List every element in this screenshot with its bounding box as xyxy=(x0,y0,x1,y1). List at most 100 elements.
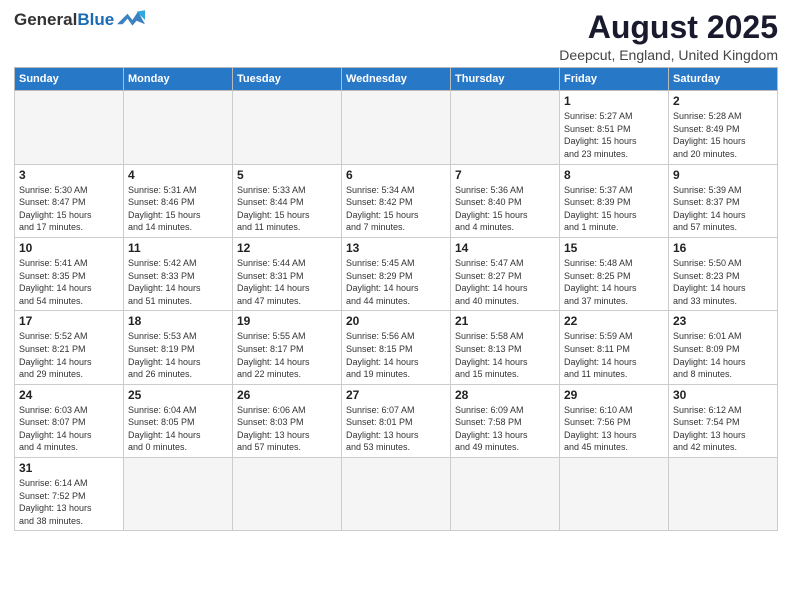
day-info: Sunrise: 5:59 AM Sunset: 8:11 PM Dayligh… xyxy=(564,330,664,380)
day-info: Sunrise: 5:56 AM Sunset: 8:15 PM Dayligh… xyxy=(346,330,446,380)
table-row: 10 Sunrise: 5:41 AM Sunset: 8:35 PM Dayli… xyxy=(15,237,124,310)
day-number: 4 xyxy=(128,168,228,182)
table-row: 1 Sunrise: 5:27 AM Sunset: 8:51 PM Daylig… xyxy=(560,91,669,164)
day-number: 10 xyxy=(19,241,119,255)
day-info: Sunrise: 5:48 AM Sunset: 8:25 PM Dayligh… xyxy=(564,257,664,307)
table-row: 29Sunrise: 6:10 AM Sunset: 7:56 PM Dayli… xyxy=(560,384,669,457)
weekday-header-row: Sunday Monday Tuesday Wednesday Thursday… xyxy=(15,68,778,91)
day-number: 7 xyxy=(455,168,555,182)
table-row: 14Sunrise: 5:47 AM Sunset: 8:27 PM Dayli… xyxy=(451,237,560,310)
day-number: 11 xyxy=(128,241,228,255)
table-row: 8 Sunrise: 5:37 AM Sunset: 8:39 PM Daylig… xyxy=(560,164,669,237)
day-number: 8 xyxy=(564,168,664,182)
table-row: 26 Sunrise: 6:06 AM Sunset: 8:03 PM Dayli… xyxy=(233,384,342,457)
col-sunday: Sunday xyxy=(15,68,124,91)
day-number: 13 xyxy=(346,241,446,255)
table-row: 3 Sunrise: 5:30 AM Sunset: 8:47 PM Daylig… xyxy=(15,164,124,237)
table-row: 24 Sunrise: 6:03 AM Sunset: 8:07 PM Dayli… xyxy=(15,384,124,457)
table-row: 20 Sunrise: 5:56 AM Sunset: 8:15 PM Dayli… xyxy=(342,311,451,384)
calendar-subtitle: Deepcut, England, United Kingdom xyxy=(559,47,778,63)
table-row xyxy=(233,458,342,531)
logo-general: General xyxy=(14,10,77,29)
table-row: 11 Sunrise: 5:42 AM Sunset: 8:33 PM Dayli… xyxy=(124,237,233,310)
day-number: 21 xyxy=(455,314,555,328)
day-number: 24 xyxy=(19,388,119,402)
day-info: Sunrise: 5:41 AM Sunset: 8:35 PM Dayligh… xyxy=(19,257,119,307)
table-row: 7 Sunrise: 5:36 AM Sunset: 8:40 PM Daylig… xyxy=(451,164,560,237)
table-row xyxy=(15,91,124,164)
table-row: 31Sunrise: 6:14 AM Sunset: 7:52 PM Dayli… xyxy=(15,458,124,531)
logo-wordmark: GeneralBlue xyxy=(14,10,114,30)
day-info: Sunrise: 6:04 AM Sunset: 8:05 PM Dayligh… xyxy=(128,404,228,454)
day-info: Sunrise: 5:53 AM Sunset: 8:19 PM Dayligh… xyxy=(128,330,228,380)
page: GeneralBlue August 2025 Deepcut, England… xyxy=(0,0,792,612)
table-row: 28 Sunrise: 6:09 AM Sunset: 7:58 PM Dayli… xyxy=(451,384,560,457)
day-info: Sunrise: 6:03 AM Sunset: 8:07 PM Dayligh… xyxy=(19,404,119,454)
day-number: 15 xyxy=(564,241,664,255)
day-info: Sunrise: 5:37 AM Sunset: 8:39 PM Dayligh… xyxy=(564,184,664,234)
table-row xyxy=(124,91,233,164)
day-number: 31 xyxy=(19,461,119,475)
col-saturday: Saturday xyxy=(669,68,778,91)
day-info: Sunrise: 5:27 AM Sunset: 8:51 PM Dayligh… xyxy=(564,110,664,160)
day-number: 25 xyxy=(128,388,228,402)
day-number: 3 xyxy=(19,168,119,182)
day-number: 5 xyxy=(237,168,337,182)
day-number: 2 xyxy=(673,94,773,108)
day-info: Sunrise: 5:28 AM Sunset: 8:49 PM Dayligh… xyxy=(673,110,773,160)
day-number: 19 xyxy=(237,314,337,328)
table-row xyxy=(669,458,778,531)
col-thursday: Thursday xyxy=(451,68,560,91)
table-row: 30Sunrise: 6:12 AM Sunset: 7:54 PM Dayli… xyxy=(669,384,778,457)
table-row xyxy=(342,91,451,164)
table-row: 18Sunrise: 5:53 AM Sunset: 8:19 PM Dayli… xyxy=(124,311,233,384)
day-info: Sunrise: 5:31 AM Sunset: 8:46 PM Dayligh… xyxy=(128,184,228,234)
table-row: 25 Sunrise: 6:04 AM Sunset: 8:05 PM Dayli… xyxy=(124,384,233,457)
table-row: 13Sunrise: 5:45 AM Sunset: 8:29 PM Dayli… xyxy=(342,237,451,310)
table-row: 16 Sunrise: 5:50 AM Sunset: 8:23 PM Dayli… xyxy=(669,237,778,310)
table-row: 19 Sunrise: 5:55 AM Sunset: 8:17 PM Dayli… xyxy=(233,311,342,384)
day-info: Sunrise: 5:30 AM Sunset: 8:47 PM Dayligh… xyxy=(19,184,119,234)
table-row: 22Sunrise: 5:59 AM Sunset: 8:11 PM Dayli… xyxy=(560,311,669,384)
day-number: 16 xyxy=(673,241,773,255)
table-row: 4 Sunrise: 5:31 AM Sunset: 8:46 PM Daylig… xyxy=(124,164,233,237)
day-info: Sunrise: 6:07 AM Sunset: 8:01 PM Dayligh… xyxy=(346,404,446,454)
day-info: Sunrise: 5:42 AM Sunset: 8:33 PM Dayligh… xyxy=(128,257,228,307)
day-number: 20 xyxy=(346,314,446,328)
day-info: Sunrise: 5:52 AM Sunset: 8:21 PM Dayligh… xyxy=(19,330,119,380)
day-number: 26 xyxy=(237,388,337,402)
day-info: Sunrise: 5:55 AM Sunset: 8:17 PM Dayligh… xyxy=(237,330,337,380)
header-right: August 2025 Deepcut, England, United Kin… xyxy=(559,10,778,63)
table-row: 5 Sunrise: 5:33 AM Sunset: 8:44 PM Daylig… xyxy=(233,164,342,237)
col-friday: Friday xyxy=(560,68,669,91)
table-row: 9 Sunrise: 5:39 AM Sunset: 8:37 PM Daylig… xyxy=(669,164,778,237)
table-row xyxy=(233,91,342,164)
day-info: Sunrise: 5:44 AM Sunset: 8:31 PM Dayligh… xyxy=(237,257,337,307)
day-info: Sunrise: 6:12 AM Sunset: 7:54 PM Dayligh… xyxy=(673,404,773,454)
table-row xyxy=(451,458,560,531)
day-number: 28 xyxy=(455,388,555,402)
table-row: 21Sunrise: 5:58 AM Sunset: 8:13 PM Dayli… xyxy=(451,311,560,384)
header: GeneralBlue August 2025 Deepcut, England… xyxy=(14,10,778,63)
day-number: 29 xyxy=(564,388,664,402)
table-row: 12Sunrise: 5:44 AM Sunset: 8:31 PM Dayli… xyxy=(233,237,342,310)
logo-bird-icon xyxy=(117,10,145,30)
table-row xyxy=(560,458,669,531)
day-info: Sunrise: 6:06 AM Sunset: 8:03 PM Dayligh… xyxy=(237,404,337,454)
table-row: 15 Sunrise: 5:48 AM Sunset: 8:25 PM Dayli… xyxy=(560,237,669,310)
day-number: 23 xyxy=(673,314,773,328)
table-row: 27Sunrise: 6:07 AM Sunset: 8:01 PM Dayli… xyxy=(342,384,451,457)
table-row xyxy=(451,91,560,164)
day-info: Sunrise: 5:47 AM Sunset: 8:27 PM Dayligh… xyxy=(455,257,555,307)
day-number: 9 xyxy=(673,168,773,182)
day-info: Sunrise: 5:50 AM Sunset: 8:23 PM Dayligh… xyxy=(673,257,773,307)
day-info: Sunrise: 6:09 AM Sunset: 7:58 PM Dayligh… xyxy=(455,404,555,454)
table-row xyxy=(342,458,451,531)
day-info: Sunrise: 5:33 AM Sunset: 8:44 PM Dayligh… xyxy=(237,184,337,234)
calendar-table: Sunday Monday Tuesday Wednesday Thursday… xyxy=(14,67,778,531)
day-info: Sunrise: 5:36 AM Sunset: 8:40 PM Dayligh… xyxy=(455,184,555,234)
day-info: Sunrise: 5:39 AM Sunset: 8:37 PM Dayligh… xyxy=(673,184,773,234)
table-row: 17Sunrise: 5:52 AM Sunset: 8:21 PM Dayli… xyxy=(15,311,124,384)
table-row: 23Sunrise: 6:01 AM Sunset: 8:09 PM Dayli… xyxy=(669,311,778,384)
day-number: 1 xyxy=(564,94,664,108)
